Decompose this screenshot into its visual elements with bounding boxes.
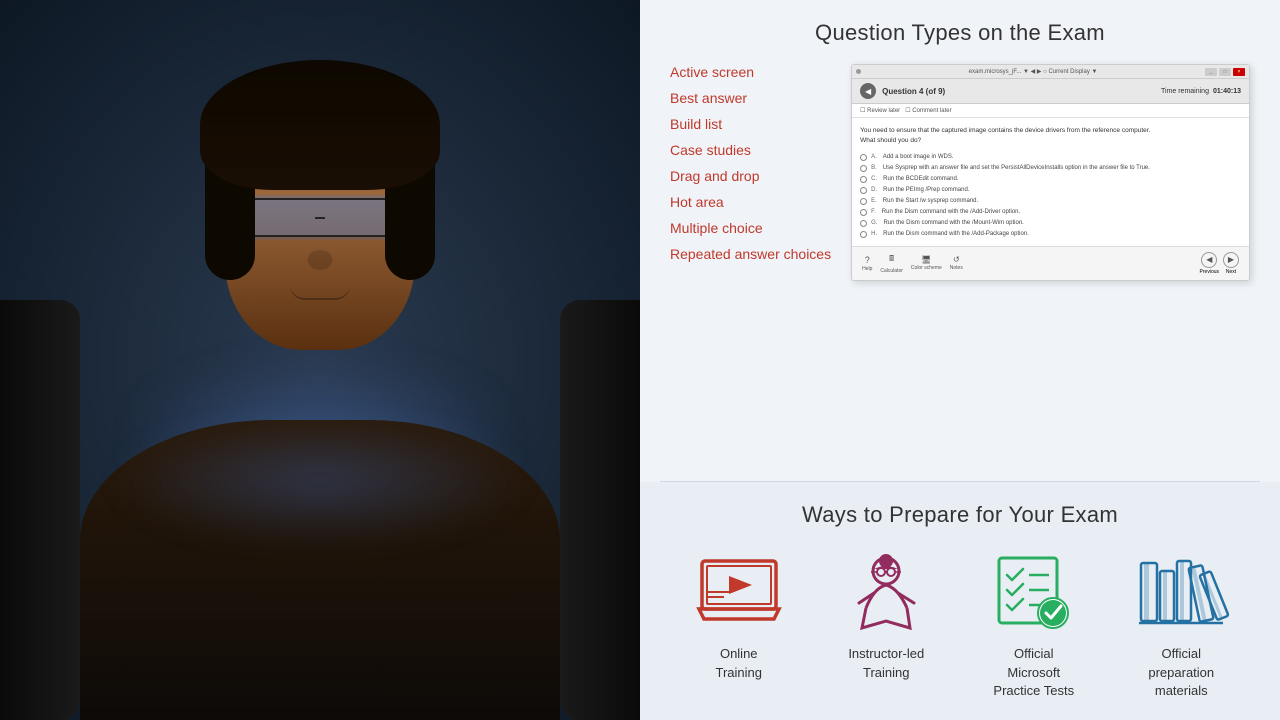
- left-panel: [0, 0, 640, 720]
- question-types-section: Question Types on the Exam Active screen…: [640, 0, 1280, 481]
- exam-option-a[interactable]: A. Add a boot image in WDS.: [860, 154, 1241, 161]
- ways-to-prepare-section: Ways to Prepare for Your Exam: [640, 482, 1280, 720]
- prepare-item-online-training: OnlineTraining: [694, 553, 784, 681]
- prepare-item-materials: Officialpreparationmaterials: [1136, 553, 1226, 700]
- exam-option-h[interactable]: H. Run the Dism command with the /Add-Pa…: [860, 231, 1241, 238]
- question-type-drag-and-drop[interactable]: Drag and drop: [670, 168, 831, 184]
- instructor-icon: [841, 553, 931, 633]
- exam-footer-left: ? Help 🖩 Calculator 🖥 Color scheme ↺: [862, 253, 963, 274]
- titlebar-controls: _ □ ×: [1205, 68, 1245, 76]
- exam-option-g[interactable]: G. Run the Dism command with the /Mount-…: [860, 220, 1241, 227]
- checklist-icon: [989, 553, 1079, 633]
- exam-subheader: ☐ Review later ☐ Comment later: [852, 104, 1249, 118]
- calculator-icon[interactable]: 🖩 Calculator: [880, 253, 903, 274]
- car-interior-right: [560, 300, 640, 720]
- close-btn[interactable]: ×: [1233, 68, 1245, 76]
- previous-button[interactable]: ◀: [1201, 252, 1217, 268]
- question-type-best-answer[interactable]: Best answer: [670, 90, 831, 106]
- exam-screenshot: exam.microsys_jF... ▼ ◀ ▶ ○ Current Disp…: [851, 64, 1250, 281]
- exam-footer-right: ◀ Previous ▶ Next: [1200, 252, 1239, 275]
- exam-option-e[interactable]: E. Run the Start /w sysprep command.: [860, 198, 1241, 205]
- exam-titlebar: exam.microsys_jF... ▼ ◀ ▶ ○ Current Disp…: [852, 65, 1249, 79]
- exam-body: You need to ensure that the captured ima…: [852, 118, 1249, 246]
- question-type-case-studies[interactable]: Case studies: [670, 142, 831, 158]
- exam-footer: ? Help 🖩 Calculator 🖥 Color scheme ↺: [852, 246, 1249, 280]
- help-icon[interactable]: ? Help: [862, 255, 872, 272]
- exam-back-button[interactable]: ◀: [860, 83, 876, 99]
- color-scheme-icon[interactable]: 🖥 Color scheme: [911, 255, 942, 271]
- exam-time-value: 01:40:13: [1213, 88, 1241, 95]
- right-panel: Question Types on the Exam Active screen…: [640, 0, 1280, 720]
- prepare-item-instructor: Instructor-ledTraining: [841, 553, 931, 681]
- exam-header: ◀ Question 4 (of 9) Time remaining 01:40…: [852, 79, 1249, 104]
- exam-option-f[interactable]: F. Run the Dism command with the /Add-Dr…: [860, 209, 1241, 216]
- review-checkbox[interactable]: ☐ Review later: [860, 108, 900, 114]
- question-type-repeated-answer[interactable]: Repeated answer choices: [670, 246, 831, 262]
- exam-option-b[interactable]: B. Use Sysprep with an answer file and s…: [860, 165, 1241, 172]
- question-types-list: Active screen Best answer Build list Cas…: [670, 64, 831, 262]
- titlebar-text: exam.microsys_jF... ▼ ◀ ▶ ○ Current Disp…: [864, 68, 1202, 75]
- laptop-video-icon: [694, 553, 784, 633]
- question-types-title: Question Types on the Exam: [670, 20, 1250, 46]
- notes-icon[interactable]: ↺ Notes: [950, 255, 963, 271]
- instructor-label: Instructor-ledTraining: [848, 645, 924, 681]
- question-type-hot-area[interactable]: Hot area: [670, 194, 831, 210]
- car-interior-left: [0, 300, 80, 720]
- next-button[interactable]: ▶: [1223, 252, 1239, 268]
- online-training-label: OnlineTraining: [716, 645, 762, 681]
- materials-label: Officialpreparationmaterials: [1148, 645, 1214, 700]
- exam-question-text: You need to ensure that the captured ima…: [860, 126, 1241, 146]
- titlebar-dot: [856, 69, 861, 74]
- maximize-btn[interactable]: □: [1219, 68, 1231, 76]
- books-icon: [1136, 553, 1226, 633]
- practice-tests-label: OfficialMicrosoftPractice Tests: [993, 645, 1074, 700]
- prepare-item-practice-tests: OfficialMicrosoftPractice Tests: [989, 553, 1079, 700]
- exam-option-d[interactable]: D. Run the PEImg /Prep command.: [860, 187, 1241, 194]
- exam-question-number: Question 4 (of 9): [882, 87, 945, 96]
- exam-options: A. Add a boot image in WDS. B. Use Syspr…: [860, 154, 1241, 238]
- exam-time-label: Time remaining: [1161, 88, 1209, 95]
- prepare-title: Ways to Prepare for Your Exam: [670, 502, 1250, 528]
- question-type-active-screen[interactable]: Active screen: [670, 64, 831, 80]
- prepare-items: OnlineTraining: [670, 553, 1250, 700]
- exam-option-c[interactable]: C. Run the BCDEdit command.: [860, 176, 1241, 183]
- question-type-multiple-choice[interactable]: Multiple choice: [670, 220, 831, 236]
- question-type-build-list[interactable]: Build list: [670, 116, 831, 132]
- minimize-btn[interactable]: _: [1205, 68, 1217, 76]
- comment-checkbox[interactable]: ☐ Comment later: [905, 108, 951, 114]
- question-types-content: Active screen Best answer Build list Cas…: [670, 64, 1250, 281]
